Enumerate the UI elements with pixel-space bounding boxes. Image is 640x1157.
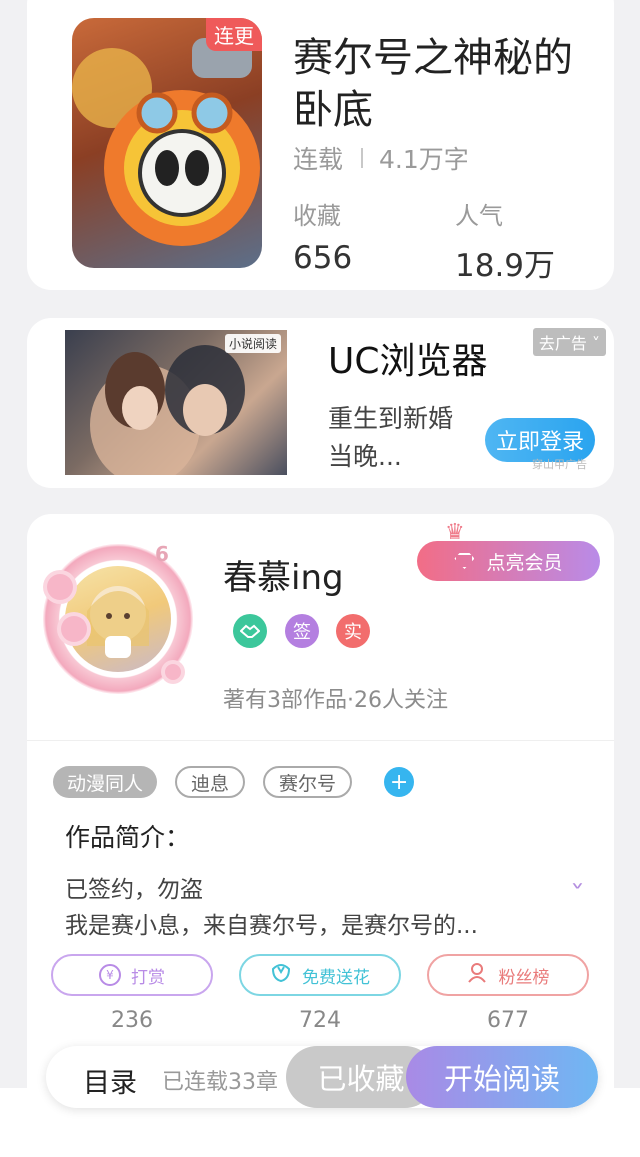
handshake-badge-icon[interactable] xyxy=(233,614,267,648)
fan-count: 677 xyxy=(487,1008,529,1033)
intro-line-2: 我是赛小息，来自赛尔号，是赛尔号的... xyxy=(65,913,478,939)
popularity-label: 人气 xyxy=(455,202,503,230)
chapter-count: 已连载33章 xyxy=(162,1070,278,1095)
bottom-action-bar: 目录 已连载33章 已收藏 开始阅读 xyxy=(46,1046,598,1108)
expand-chevron-icon[interactable]: ˅ xyxy=(570,882,585,907)
start-reading-button[interactable]: 开始阅读 xyxy=(406,1046,598,1108)
ad-description: 重生到新婚当晚... xyxy=(328,404,454,471)
author-stats: 著有3部作品·26人关注 xyxy=(223,688,448,713)
book-title: 赛尔号之神秘的卧底 xyxy=(293,35,573,133)
book-status: 连载 xyxy=(293,145,344,174)
ad-card[interactable]: 小说阅读 UC浏览器 重生到新婚当晚... 去广告 ˅ 立即登录 穿山甲广告 xyxy=(27,318,614,488)
vip-button[interactable]: 点亮会员 xyxy=(417,541,600,581)
send-flower-label: 免费送花 xyxy=(302,967,370,988)
remove-ad-label: 去广告 xyxy=(538,334,587,353)
ad-image[interactable]: 小说阅读 xyxy=(65,330,287,475)
favorites-value: 656 xyxy=(293,240,353,276)
blossom-decoration xyxy=(165,664,181,680)
book-cover-image[interactable]: 连更 xyxy=(72,18,262,268)
yen-coin-icon: ¥ xyxy=(99,964,121,986)
book-word-count: 4.1万字 xyxy=(379,145,469,174)
flower-icon xyxy=(270,963,292,988)
ad-title: UC浏览器 xyxy=(328,341,488,382)
cover-illustration xyxy=(72,38,260,246)
send-flower-button[interactable]: 免费送花 xyxy=(239,954,401,996)
ad-image-tag: 小说阅读 xyxy=(224,334,281,353)
add-tag-button[interactable]: + xyxy=(384,767,415,797)
book-info-card: 连更 赛尔号之神秘的卧底 连载 4.1万字 收藏 656 人气 18.9万 xyxy=(27,0,614,290)
popularity-value: 18.9万 xyxy=(455,248,556,284)
tag-item[interactable]: 赛尔号 xyxy=(263,766,353,798)
table-of-contents-link[interactable]: 目录 xyxy=(83,1061,137,1100)
fan-ranking-button[interactable]: 粉丝榜 xyxy=(427,954,589,996)
intro-heading: 作品简介： xyxy=(65,823,191,852)
section-divider xyxy=(27,740,614,741)
blossom-decoration xyxy=(47,574,73,600)
tip-count: 236 xyxy=(111,1008,153,1033)
user-icon xyxy=(467,962,489,989)
tip-button[interactable]: ¥ 打赏 xyxy=(51,954,213,996)
meta-divider xyxy=(361,148,364,168)
remove-ad-button[interactable]: 去广告 ˅ xyxy=(532,328,606,356)
author-level: 6 xyxy=(155,542,169,566)
vip-button-label: 点亮会员 xyxy=(486,551,563,574)
tag-list: 动漫同人 迪息 赛尔号 + xyxy=(53,766,415,798)
chevron-down-icon: ˅ xyxy=(592,334,600,353)
tag-item[interactable]: 迪息 xyxy=(175,766,246,798)
favorites-label: 收藏 xyxy=(293,202,341,230)
author-name[interactable]: 春慕ing xyxy=(223,550,344,599)
ad-fine-print: 穿山甲广告 xyxy=(532,458,587,471)
verified-badge[interactable]: 实 xyxy=(336,614,370,648)
signed-badge[interactable]: 签 xyxy=(285,614,319,648)
flower-count: 724 xyxy=(299,1008,341,1033)
intro-line-1: 已签约，勿盗 xyxy=(65,877,203,903)
handshake-icon xyxy=(240,624,260,638)
tag-category[interactable]: 动漫同人 xyxy=(53,766,158,798)
blossom-decoration xyxy=(61,616,87,642)
fan-ranking-label: 粉丝榜 xyxy=(498,967,550,988)
diamond-icon xyxy=(454,553,475,569)
book-meta: 连载 4.1万字 xyxy=(293,140,469,176)
serializing-badge: 连更 xyxy=(206,18,262,51)
tip-label: 打赏 xyxy=(131,967,165,988)
